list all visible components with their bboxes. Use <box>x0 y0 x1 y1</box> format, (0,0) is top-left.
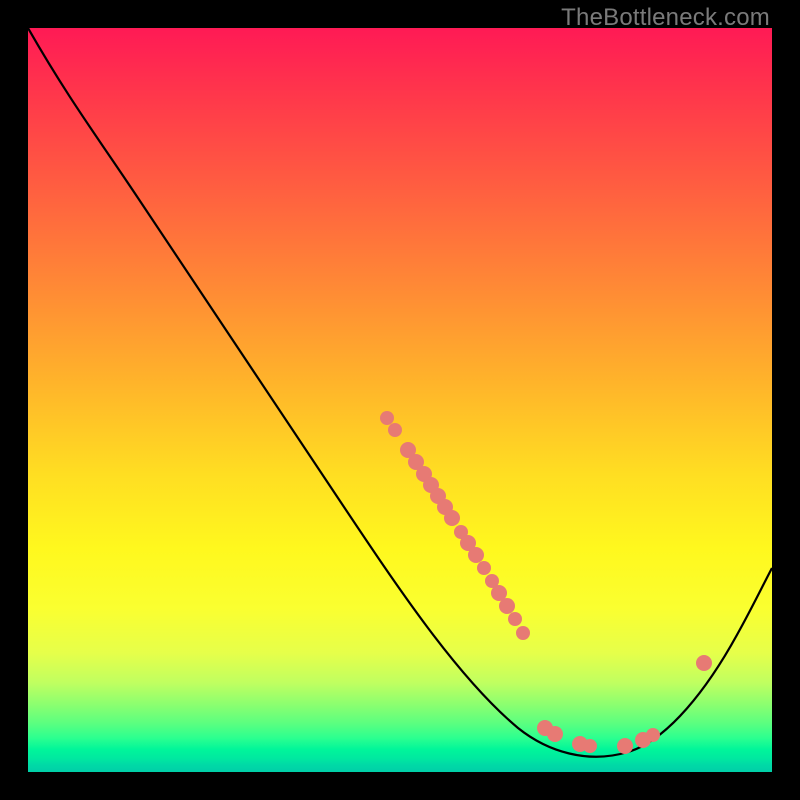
data-point <box>485 574 499 588</box>
data-point <box>444 510 460 526</box>
data-point <box>491 585 507 601</box>
data-point <box>583 739 597 753</box>
data-point <box>430 488 446 504</box>
data-point <box>635 732 651 748</box>
data-point <box>416 466 432 482</box>
plot-area <box>28 28 772 772</box>
data-points <box>380 411 712 754</box>
data-point <box>696 655 712 671</box>
data-point <box>516 626 530 640</box>
bottleneck-curve <box>28 28 772 757</box>
data-point <box>468 547 484 563</box>
data-point <box>380 411 394 425</box>
data-point <box>617 738 633 754</box>
data-point <box>423 477 439 493</box>
data-point <box>537 720 553 736</box>
data-point <box>454 525 468 539</box>
data-point <box>646 728 660 742</box>
data-point <box>437 499 453 515</box>
data-point <box>572 736 588 752</box>
chart-frame: TheBottleneck.com <box>0 0 800 800</box>
data-point <box>400 442 416 458</box>
chart-svg <box>28 28 772 772</box>
data-point <box>388 423 402 437</box>
data-point <box>460 535 476 551</box>
watermark-text: TheBottleneck.com <box>561 4 770 32</box>
data-point <box>547 726 563 742</box>
data-point <box>477 561 491 575</box>
data-point <box>508 612 522 626</box>
data-point <box>499 598 515 614</box>
data-point <box>408 454 424 470</box>
